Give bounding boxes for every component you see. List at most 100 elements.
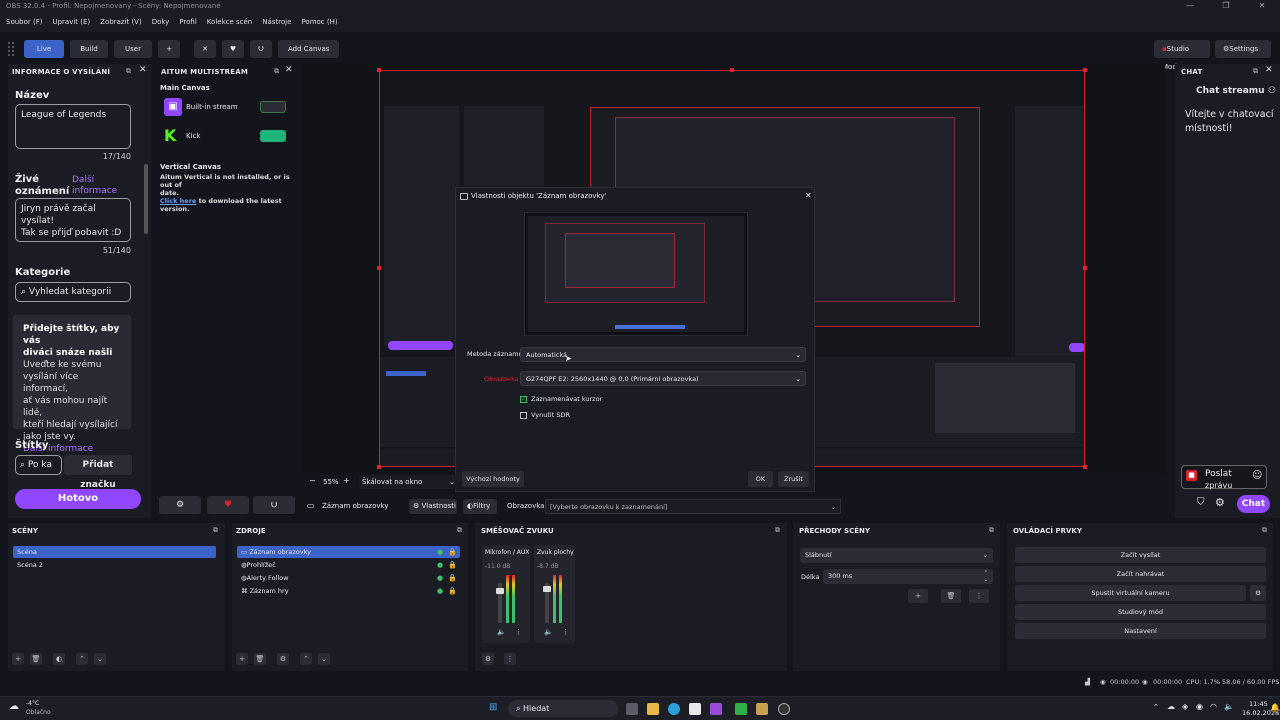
- source-item[interactable]: ▭ Záznam obrazovky: [237, 546, 460, 558]
- scale-select[interactable]: Škálovat na okno ⌄: [359, 475, 459, 489]
- name-field[interactable]: League of Legends: [15, 104, 131, 149]
- app-icon[interactable]: [756, 703, 768, 715]
- windows-start-icon[interactable]: ⊞: [489, 702, 497, 713]
- cursor-checkbox[interactable]: ✓: [520, 395, 527, 403]
- task-view-icon[interactable]: [626, 703, 638, 715]
- plugin-icon[interactable]: ⮋: [250, 40, 272, 58]
- method-select[interactable]: Automatická ⌄: [520, 347, 806, 362]
- studio-mode-button[interactable]: Studiový mód: [1015, 604, 1266, 620]
- undock-icon[interactable]: ⧉: [1253, 67, 1258, 76]
- bounds-handle[interactable]: [730, 68, 734, 72]
- source-item[interactable]: ◍Alerty Follow: [237, 572, 460, 584]
- zoom-out-button[interactable]: −: [309, 476, 316, 485]
- add-tab-button[interactable]: +: [158, 40, 180, 58]
- more-icon[interactable]: ⋮: [504, 653, 516, 665]
- heart-icon[interactable]: ♥: [222, 40, 244, 58]
- undock-icon[interactable]: ⧉: [457, 526, 462, 535]
- bounds-handle[interactable]: [377, 266, 381, 270]
- sdr-checkbox[interactable]: [520, 411, 527, 419]
- menu-help[interactable]: Pomoc (H): [301, 18, 337, 26]
- download-link[interactable]: Click here: [160, 197, 196, 205]
- obs-icon[interactable]: [778, 703, 790, 715]
- source-item[interactable]: ⌘ Záznam hry: [237, 585, 460, 597]
- menu-tools[interactable]: Nástroje: [262, 18, 291, 26]
- undock-icon[interactable]: ⧉: [274, 67, 279, 76]
- taskbar-search[interactable]: ⌕ Hledat: [508, 700, 618, 717]
- settings-button[interactable]: Nastavení: [1015, 623, 1266, 639]
- emoji-icon[interactable]: ☺: [1252, 470, 1262, 481]
- store-icon[interactable]: [689, 703, 701, 715]
- cursor-option[interactable]: ✓ Zaznamenávat kurzor: [520, 395, 602, 403]
- gear-icon[interactable]: ⚙: [277, 653, 289, 665]
- lock-icon[interactable]: 🔒: [448, 574, 457, 582]
- xbox-icon[interactable]: [735, 703, 747, 715]
- trash-icon[interactable]: 🗑: [254, 653, 266, 665]
- transition-select[interactable]: Slábnutí ⌄: [800, 548, 993, 563]
- chevron-up-icon[interactable]: ⌃: [300, 653, 312, 665]
- duration-stepper[interactable]: 300 ms ⌃ ⌄: [823, 569, 993, 584]
- menu-profile[interactable]: Profil: [179, 18, 196, 26]
- menu-scene-collection[interactable]: Kolekce scén: [207, 18, 252, 26]
- heart-icon[interactable]: ♥: [207, 496, 249, 514]
- menu-file[interactable]: Soubor (F): [6, 18, 42, 26]
- chat-input[interactable]: ■ Poslat zprávu ☺: [1181, 465, 1267, 490]
- close-button[interactable]: ✕: [1244, 0, 1280, 12]
- trash-icon[interactable]: 🗑: [941, 589, 961, 603]
- kick-toggle[interactable]: [260, 130, 286, 142]
- undock-icon[interactable]: ⧉: [989, 526, 994, 535]
- menu-docks[interactable]: Doky: [152, 18, 170, 26]
- close-icon[interactable]: ✕: [285, 65, 293, 75]
- add-icon[interactable]: +: [12, 653, 24, 665]
- chevron-up-icon[interactable]: ⌃: [76, 653, 88, 665]
- eye-icon[interactable]: ●: [437, 587, 443, 595]
- tags-input[interactable]: ⌕ Po ka: [15, 455, 62, 475]
- undock-icon[interactable]: ⧉: [1262, 526, 1267, 535]
- gear-icon[interactable]: ⚙: [1250, 585, 1266, 601]
- stepper-arrows-icon[interactable]: ⌃ ⌄: [984, 570, 988, 584]
- tab-build[interactable]: Build: [70, 40, 108, 58]
- lock-icon[interactable]: 🔒: [448, 548, 457, 556]
- bounds-handle[interactable]: [1083, 266, 1087, 270]
- speaker-icon[interactable]: 🔈: [497, 628, 506, 636]
- settings-icon[interactable]: ⚙: [159, 496, 201, 514]
- more-icon[interactable]: ⋮: [562, 628, 569, 636]
- tools-icon[interactable]: ✕: [194, 40, 216, 58]
- undock-icon[interactable]: ⧉: [213, 526, 218, 535]
- chevron-down-icon[interactable]: ⌄: [318, 653, 330, 665]
- menu-edit[interactable]: Upravit (E): [52, 18, 90, 26]
- edge-icon[interactable]: [668, 703, 680, 715]
- built-in-stream-toggle[interactable]: [260, 101, 286, 113]
- scene-item[interactable]: Scéna 2: [13, 559, 216, 571]
- eye-icon[interactable]: ●: [437, 548, 443, 556]
- sdr-option[interactable]: Vynutit SDR: [520, 411, 570, 419]
- trash-icon[interactable]: 🗑: [30, 653, 42, 665]
- add-icon[interactable]: +: [236, 653, 248, 665]
- dialog-close-icon[interactable]: ✕: [805, 191, 812, 200]
- gear-icon[interactable]: ⚙: [482, 653, 494, 665]
- filters-button[interactable]: ◐Filtry: [463, 499, 497, 514]
- eye-icon[interactable]: ●: [437, 574, 443, 582]
- volume-slider-handle[interactable]: [543, 586, 551, 592]
- filter-icon[interactable]: ◐: [53, 653, 65, 665]
- scrollbar[interactable]: [144, 164, 148, 234]
- done-button[interactable]: Hotovo: [15, 489, 141, 509]
- menu-view[interactable]: Zobrazit (V): [100, 18, 142, 26]
- bounds-handle[interactable]: [1083, 68, 1087, 72]
- category-search[interactable]: ⌕ Vyhledat kategorii: [15, 282, 131, 302]
- live-announcement-field[interactable]: Jiryn právě začal vysílat! Tak se přijď …: [15, 198, 131, 242]
- close-icon[interactable]: ✕: [1265, 65, 1273, 75]
- add-canvas-button[interactable]: Add Canvas: [278, 40, 340, 58]
- bell-icon[interactable]: 🔔: [1270, 703, 1280, 712]
- add-tag-button[interactable]: Přidat značku: [64, 455, 132, 490]
- bounds-handle[interactable]: [377, 68, 381, 72]
- gear-icon[interactable]: ⚙: [1215, 496, 1225, 509]
- source-item[interactable]: ◍Prohlížeč: [237, 559, 460, 571]
- undock-icon[interactable]: ⧉: [775, 526, 780, 535]
- zoom-in-button[interactable]: +: [343, 476, 350, 485]
- tray-chevron-icon[interactable]: ⌃: [1153, 703, 1159, 711]
- undock-icon[interactable]: ⧉: [126, 67, 131, 76]
- lock-icon[interactable]: 🔒: [448, 587, 457, 595]
- lock-icon[interactable]: 🔒: [448, 561, 457, 569]
- maximize-button[interactable]: ❐: [1208, 0, 1244, 12]
- start-recording-button[interactable]: Začít nahrávat: [1015, 566, 1266, 582]
